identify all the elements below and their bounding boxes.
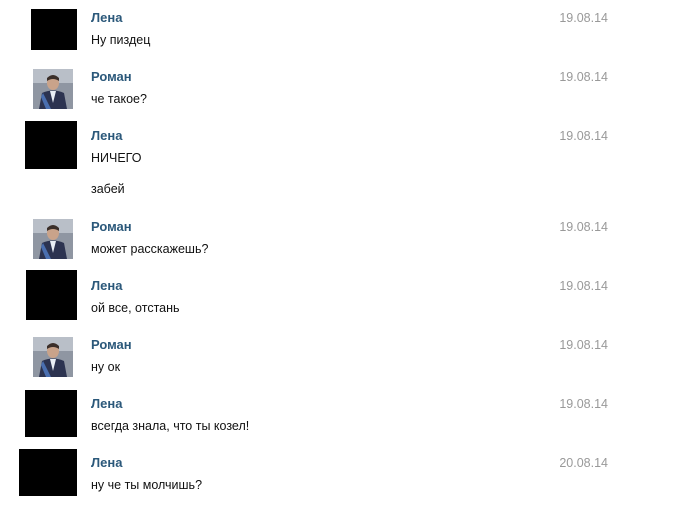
message-history: Лена 19.08.14 Ну пиздец Роман 19.08.14 ч… [0,0,680,509]
message-author[interactable]: Роман [91,69,132,85]
avatar[interactable] [25,121,77,169]
message-item: Лена 19.08.14 всегда знала, что ты козел… [0,390,680,441]
message-text: ну ок [91,360,121,374]
message-item: Роман 19.08.14 ну ок [0,337,680,382]
message-author[interactable]: Лена [91,10,122,26]
message-item: Роман 19.08.14 может расскажешь? [0,219,680,264]
message-date[interactable]: 19.08.14 [552,278,608,294]
message-date[interactable]: 19.08.14 [552,219,608,235]
user-photo-icon [33,69,73,109]
message-text: НИЧЕГО [91,151,142,165]
message-text: забей [91,182,125,196]
user-photo-icon [33,219,73,259]
message-date[interactable]: 19.08.14 [552,10,608,26]
avatar[interactable] [31,9,77,50]
user-photo-icon [33,337,73,377]
message-item: Роман 19.08.14 че такое? [0,69,680,114]
message-item: Лена 19.08.14 ой все, отстань [0,270,680,323]
message-author[interactable]: Роман [91,337,132,353]
message-date[interactable]: 19.08.14 [552,396,608,412]
message-author[interactable]: Лена [91,455,122,471]
avatar[interactable] [33,219,73,259]
message-date[interactable]: 20.08.14 [552,455,608,471]
avatar[interactable] [26,270,77,320]
avatar[interactable] [33,337,73,377]
message-item: Лена 19.08.14 НИЧЕГО забей [0,121,680,200]
message-text: ну че ты молчишь? [91,478,203,492]
message-text: ой все, отстань [91,301,180,315]
message-author[interactable]: Лена [91,278,122,294]
message-text: всегда знала, что ты козел! [91,419,250,433]
message-date[interactable]: 19.08.14 [552,128,608,144]
message-date[interactable]: 19.08.14 [552,337,608,353]
message-item: Лена 19.08.14 Ну пиздец [0,9,680,55]
message-author[interactable]: Лена [91,396,122,412]
message-item: Лена 20.08.14 ну че ты молчишь? [0,449,680,503]
avatar[interactable] [25,390,77,437]
message-author[interactable]: Лена [91,128,122,144]
avatar[interactable] [33,69,73,109]
message-date[interactable]: 19.08.14 [552,69,608,85]
message-text: может расскажешь? [91,242,209,256]
avatar[interactable] [19,449,77,496]
message-text: че такое? [91,92,147,106]
message-author[interactable]: Роман [91,219,132,235]
message-text: Ну пиздец [91,33,151,47]
